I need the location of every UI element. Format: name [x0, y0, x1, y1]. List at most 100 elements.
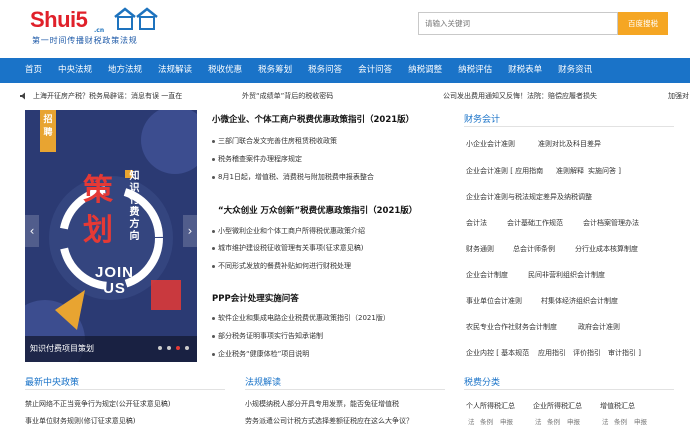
image-slider[interactable]: 招聘 策 划 知识付费方向 JOIN US ‹ › — [25, 110, 197, 362]
tax-sub-link[interactable]: 条例 — [614, 416, 627, 426]
search-box — [418, 12, 618, 35]
section-title-central-policy[interactable]: 最新中央政策 — [25, 375, 79, 388]
policy-item[interactable]: 禁止网络不正当竞争行为规定(公开征求意见稿) — [25, 399, 170, 409]
accounting-link[interactable]: 企业会计制度 — [466, 270, 508, 280]
site-header: Shui5 .cn 第一时间传播财税政策法规 百度搜税 — [0, 0, 690, 56]
accounting-link[interactable]: 企业内控 [ 基本规范 — [466, 348, 529, 358]
tax-sub-link[interactable]: 法 — [535, 416, 542, 426]
house-logo-icon — [114, 7, 158, 30]
slider-caption: 知识付费项目策划 — [25, 336, 197, 362]
tax-sub-link[interactable]: 申报 — [500, 416, 513, 426]
ticker-item[interactable]: 公司发出费用通知又反悔！法院：赔偿应履者损失 — [443, 91, 597, 101]
search-button[interactable]: 百度搜税 — [618, 12, 668, 35]
nav-item-finance-news[interactable]: 财务资讯 — [550, 58, 600, 83]
accounting-link[interactable]: 总会计师条例 — [513, 244, 555, 254]
nav-item-tax-qa[interactable]: 税务问答 — [300, 58, 350, 83]
tax-sub-link[interactable]: 条例 — [480, 416, 493, 426]
nav-item-tax-incentives[interactable]: 税收优惠 — [200, 58, 250, 83]
poster-big-char: 策 — [83, 173, 113, 208]
tax-sub-link[interactable]: 法 — [602, 416, 609, 426]
logo-text: Shui5 — [30, 7, 88, 32]
nav-item-tax-adjustment[interactable]: 纳税调整 — [400, 58, 450, 83]
news-ticker: 上海开征房产税？税务局辟谣：消息有误 一直在 外贸“成绩单”背后的税收密码 公司… — [0, 87, 690, 105]
section-divider — [464, 389, 674, 390]
headline-title[interactable]: 小微企业、个体工商户税费优惠政策指引（2021版） — [212, 113, 414, 125]
section-title-tax-category[interactable]: 税费分类 — [464, 375, 500, 388]
slider-prev-button[interactable]: ‹ — [25, 215, 39, 247]
slider-caption-text[interactable]: 知识付费项目策划 — [30, 343, 94, 354]
nav-item-law-interpretation[interactable]: 法规解读 — [150, 58, 200, 83]
news-item[interactable]: 企业税务“健康体检”项目说明 — [212, 349, 309, 359]
accounting-link[interactable]: 会计法 — [466, 218, 487, 228]
nav-item-tax-forms[interactable]: 财税表单 — [500, 58, 550, 83]
headline-title[interactable]: “大众创业 万众创新”税费优惠政策指引（2021版） — [218, 204, 417, 216]
logo-domain: .cn — [94, 27, 105, 34]
slider-dot[interactable] — [185, 346, 189, 350]
section-divider — [464, 126, 674, 127]
ticker-item[interactable]: 外贸“成绩单”背后的税收密码 — [242, 91, 333, 101]
accounting-link[interactable]: 企业会计准则 [ 应用指南 — [466, 166, 543, 176]
nav-item-central-laws[interactable]: 中央法规 — [50, 58, 100, 83]
slider-dot[interactable] — [167, 346, 171, 350]
ticker-item[interactable]: 上海开征房产税？税务局辟谣：消息有误 一直在 — [33, 91, 182, 101]
site-logo[interactable]: Shui5 .cn 第一时间传播财税政策法规 — [30, 7, 170, 47]
news-item[interactable]: 不同形式发放的餐费补贴如何进行财税处理 — [212, 261, 351, 271]
poster-vertical-text: 知识付费方向 — [127, 170, 138, 242]
headline-title[interactable]: PPP会计处理实施问答 — [212, 292, 299, 304]
tax-sub-link[interactable]: 条例 — [547, 416, 560, 426]
accounting-link[interactable]: 分行业成本核算制度 — [575, 244, 638, 254]
accounting-link[interactable]: 小企业会计准则 — [466, 139, 515, 149]
accounting-link[interactable]: 政府会计准则 — [578, 322, 620, 332]
poster-big-char: 划 — [83, 213, 113, 248]
news-item[interactable]: 小型微利企业和个体工商户所得税优惠政策介绍 — [212, 226, 365, 236]
accounting-link[interactable]: 会计基础工作规范 — [507, 218, 563, 228]
slider-dot[interactable] — [176, 346, 180, 350]
slider-next-button[interactable]: › — [183, 215, 197, 247]
tax-category-link[interactable]: 企业所得税汇总 — [533, 401, 582, 411]
ticker-item[interactable]: 加强对 — [668, 91, 689, 101]
recruit-badge: 招聘 — [40, 110, 56, 152]
accounting-link[interactable]: 民间非营利组织会计制度 — [528, 270, 605, 280]
accounting-link[interactable]: 农民专业合作社财务会计制度 — [466, 322, 557, 332]
section-title-accounting[interactable]: 财务会计 — [464, 112, 500, 125]
accounting-link[interactable]: 应用指引 — [538, 348, 566, 358]
section-divider — [25, 389, 225, 390]
accounting-link[interactable]: 村集体经济组织会计制度 — [541, 296, 618, 306]
accounting-link[interactable]: 会计档案管理办法 — [583, 218, 639, 228]
news-item[interactable]: 软件企业和集成电路企业税费优惠政策指引（2021版） — [212, 313, 390, 323]
section-title-law-interpretation[interactable]: 法规解读 — [245, 375, 281, 388]
accounting-link[interactable]: 审计指引 ] — [608, 348, 641, 358]
tax-category-link[interactable]: 增值税汇总 — [600, 401, 635, 411]
news-item[interactable]: 部分税务证明事项实行告知承诺制 — [212, 331, 323, 341]
nav-item-tax-planning[interactable]: 税务筹划 — [250, 58, 300, 83]
accounting-link[interactable]: 企业会计准则与税法规定差异及纳税调整 — [466, 192, 592, 202]
accounting-link[interactable]: 准则解释 — [556, 166, 584, 176]
interpretation-item[interactable]: 劳务派遣公司计税方式选择差额征税应在这么大争议？ — [245, 416, 413, 426]
tax-sub-link[interactable]: 申报 — [634, 416, 647, 426]
accounting-link[interactable]: 准则对比及科目差异 — [538, 139, 601, 149]
accounting-link[interactable]: 事业单位会计准则 — [466, 296, 522, 306]
nav-item-home[interactable]: 首页 — [0, 58, 50, 83]
accounting-link[interactable]: 实施问答 ] — [588, 166, 621, 176]
news-item[interactable]: 城市维护建设税征收管理有关事项(征求意见稿) — [212, 243, 363, 253]
policy-item[interactable]: 事业单位财务规则(修订征求意见稿) — [25, 416, 135, 426]
tax-category-link[interactable]: 个人所得税汇总 — [466, 401, 515, 411]
nav-item-local-laws[interactable]: 地方法规 — [100, 58, 150, 83]
news-item[interactable]: 8月1日起，增值税、消费税与附加税费申报表整合 — [212, 172, 374, 182]
tax-sub-link[interactable]: 申报 — [567, 416, 580, 426]
search-input[interactable] — [419, 13, 617, 34]
tax-sub-link[interactable]: 法 — [468, 416, 475, 426]
nav-item-accounting-qa[interactable]: 会计问答 — [350, 58, 400, 83]
join-line: US — [103, 280, 126, 297]
interpretation-item[interactable]: 小规模纳税人部分开具专用发票，能否免征增值税 — [245, 399, 399, 409]
poster-join-text: JOIN US — [95, 265, 134, 297]
join-line: JOIN — [95, 264, 135, 281]
accounting-link[interactable]: 评价指引 — [573, 348, 601, 358]
section-divider — [245, 389, 445, 390]
nav-item-tax-assessment[interactable]: 纳税评估 — [450, 58, 500, 83]
slider-dot[interactable] — [158, 346, 162, 350]
main-nav: 首页 中央法规 地方法规 法规解读 税收优惠 税务筹划 税务问答 会计问答 纳税… — [0, 58, 690, 83]
news-item[interactable]: 三部门联合发文完善住房租赁税收政策 — [212, 136, 337, 146]
news-item[interactable]: 税务稽查案件办理程序规定 — [212, 154, 302, 164]
accounting-link[interactable]: 财务通则 — [466, 244, 494, 254]
